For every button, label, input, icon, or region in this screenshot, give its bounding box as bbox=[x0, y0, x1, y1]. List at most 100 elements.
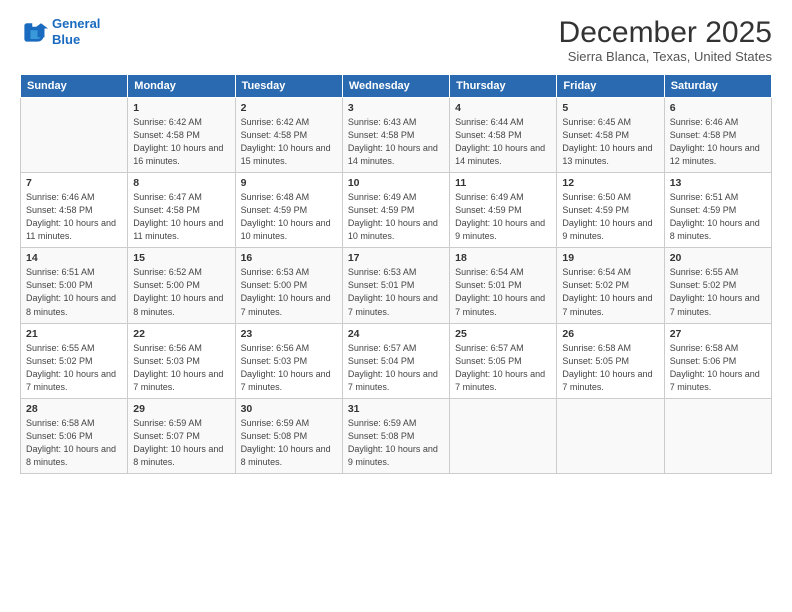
col-tuesday: Tuesday bbox=[235, 75, 342, 98]
day-cell: 22 Sunrise: 6:56 AMSunset: 5:03 PMDaylig… bbox=[128, 323, 235, 398]
day-cell: 3 Sunrise: 6:43 AMSunset: 4:58 PMDayligh… bbox=[342, 98, 449, 173]
day-number: 7 bbox=[26, 177, 122, 189]
day-info: Sunrise: 6:50 AMSunset: 4:59 PMDaylight:… bbox=[562, 191, 658, 243]
day-number: 12 bbox=[562, 177, 658, 189]
day-cell: 5 Sunrise: 6:45 AMSunset: 4:58 PMDayligh… bbox=[557, 98, 664, 173]
day-info: Sunrise: 6:53 AMSunset: 5:00 PMDaylight:… bbox=[241, 266, 337, 318]
col-thursday: Thursday bbox=[450, 75, 557, 98]
week-row-5: 28 Sunrise: 6:58 AMSunset: 5:06 PMDaylig… bbox=[21, 398, 772, 473]
day-number: 10 bbox=[348, 177, 444, 189]
day-cell bbox=[557, 398, 664, 473]
day-cell bbox=[450, 398, 557, 473]
col-sunday: Sunday bbox=[21, 75, 128, 98]
day-info: Sunrise: 6:49 AMSunset: 4:59 PMDaylight:… bbox=[348, 191, 444, 243]
week-row-3: 14 Sunrise: 6:51 AMSunset: 5:00 PMDaylig… bbox=[21, 248, 772, 323]
day-info: Sunrise: 6:54 AMSunset: 5:02 PMDaylight:… bbox=[562, 266, 658, 318]
day-number: 17 bbox=[348, 252, 444, 264]
day-info: Sunrise: 6:43 AMSunset: 4:58 PMDaylight:… bbox=[348, 116, 444, 168]
day-info: Sunrise: 6:45 AMSunset: 4:58 PMDaylight:… bbox=[562, 116, 658, 168]
col-friday: Friday bbox=[557, 75, 664, 98]
day-number: 4 bbox=[455, 102, 551, 114]
logo-line1: General bbox=[52, 16, 100, 31]
day-number: 14 bbox=[26, 252, 122, 264]
week-row-4: 21 Sunrise: 6:55 AMSunset: 5:02 PMDaylig… bbox=[21, 323, 772, 398]
col-saturday: Saturday bbox=[664, 75, 771, 98]
col-wednesday: Wednesday bbox=[342, 75, 449, 98]
day-cell: 19 Sunrise: 6:54 AMSunset: 5:02 PMDaylig… bbox=[557, 248, 664, 323]
day-number: 2 bbox=[241, 102, 337, 114]
day-cell: 25 Sunrise: 6:57 AMSunset: 5:05 PMDaylig… bbox=[450, 323, 557, 398]
day-cell: 4 Sunrise: 6:44 AMSunset: 4:58 PMDayligh… bbox=[450, 98, 557, 173]
month-title: December 2025 bbox=[559, 16, 772, 49]
day-cell: 28 Sunrise: 6:58 AMSunset: 5:06 PMDaylig… bbox=[21, 398, 128, 473]
day-cell: 13 Sunrise: 6:51 AMSunset: 4:59 PMDaylig… bbox=[664, 173, 771, 248]
day-cell: 17 Sunrise: 6:53 AMSunset: 5:01 PMDaylig… bbox=[342, 248, 449, 323]
day-cell: 18 Sunrise: 6:54 AMSunset: 5:01 PMDaylig… bbox=[450, 248, 557, 323]
page: General Blue December 2025 Sierra Blanca… bbox=[0, 0, 792, 612]
day-cell: 7 Sunrise: 6:46 AMSunset: 4:58 PMDayligh… bbox=[21, 173, 128, 248]
day-number: 15 bbox=[133, 252, 229, 264]
day-number: 6 bbox=[670, 102, 766, 114]
day-number: 28 bbox=[26, 403, 122, 415]
col-monday: Monday bbox=[128, 75, 235, 98]
day-cell: 30 Sunrise: 6:59 AMSunset: 5:08 PMDaylig… bbox=[235, 398, 342, 473]
day-number: 29 bbox=[133, 403, 229, 415]
day-info: Sunrise: 6:51 AMSunset: 5:00 PMDaylight:… bbox=[26, 266, 122, 318]
day-number: 25 bbox=[455, 328, 551, 340]
day-info: Sunrise: 6:53 AMSunset: 5:01 PMDaylight:… bbox=[348, 266, 444, 318]
day-cell: 14 Sunrise: 6:51 AMSunset: 5:00 PMDaylig… bbox=[21, 248, 128, 323]
day-number: 20 bbox=[670, 252, 766, 264]
header: General Blue December 2025 Sierra Blanca… bbox=[20, 16, 772, 64]
day-number: 1 bbox=[133, 102, 229, 114]
week-row-1: 1 Sunrise: 6:42 AMSunset: 4:58 PMDayligh… bbox=[21, 98, 772, 173]
logo-icon bbox=[20, 18, 48, 46]
day-cell: 29 Sunrise: 6:59 AMSunset: 5:07 PMDaylig… bbox=[128, 398, 235, 473]
day-cell: 24 Sunrise: 6:57 AMSunset: 5:04 PMDaylig… bbox=[342, 323, 449, 398]
week-row-2: 7 Sunrise: 6:46 AMSunset: 4:58 PMDayligh… bbox=[21, 173, 772, 248]
day-number: 11 bbox=[455, 177, 551, 189]
day-info: Sunrise: 6:47 AMSunset: 4:58 PMDaylight:… bbox=[133, 191, 229, 243]
day-number: 16 bbox=[241, 252, 337, 264]
day-cell: 11 Sunrise: 6:49 AMSunset: 4:59 PMDaylig… bbox=[450, 173, 557, 248]
day-cell: 9 Sunrise: 6:48 AMSunset: 4:59 PMDayligh… bbox=[235, 173, 342, 248]
day-cell: 26 Sunrise: 6:58 AMSunset: 5:05 PMDaylig… bbox=[557, 323, 664, 398]
day-cell: 6 Sunrise: 6:46 AMSunset: 4:58 PMDayligh… bbox=[664, 98, 771, 173]
day-info: Sunrise: 6:56 AMSunset: 5:03 PMDaylight:… bbox=[133, 342, 229, 394]
logo-text: General Blue bbox=[52, 16, 100, 47]
day-cell: 12 Sunrise: 6:50 AMSunset: 4:59 PMDaylig… bbox=[557, 173, 664, 248]
day-number: 19 bbox=[562, 252, 658, 264]
day-cell: 2 Sunrise: 6:42 AMSunset: 4:58 PMDayligh… bbox=[235, 98, 342, 173]
day-info: Sunrise: 6:56 AMSunset: 5:03 PMDaylight:… bbox=[241, 342, 337, 394]
day-cell bbox=[21, 98, 128, 173]
day-info: Sunrise: 6:55 AMSunset: 5:02 PMDaylight:… bbox=[26, 342, 122, 394]
day-info: Sunrise: 6:52 AMSunset: 5:00 PMDaylight:… bbox=[133, 266, 229, 318]
day-number: 21 bbox=[26, 328, 122, 340]
day-info: Sunrise: 6:46 AMSunset: 4:58 PMDaylight:… bbox=[670, 116, 766, 168]
day-info: Sunrise: 6:57 AMSunset: 5:05 PMDaylight:… bbox=[455, 342, 551, 394]
day-cell: 16 Sunrise: 6:53 AMSunset: 5:00 PMDaylig… bbox=[235, 248, 342, 323]
day-info: Sunrise: 6:49 AMSunset: 4:59 PMDaylight:… bbox=[455, 191, 551, 243]
day-cell: 21 Sunrise: 6:55 AMSunset: 5:02 PMDaylig… bbox=[21, 323, 128, 398]
day-number: 3 bbox=[348, 102, 444, 114]
day-info: Sunrise: 6:48 AMSunset: 4:59 PMDaylight:… bbox=[241, 191, 337, 243]
day-number: 26 bbox=[562, 328, 658, 340]
day-number: 23 bbox=[241, 328, 337, 340]
day-number: 22 bbox=[133, 328, 229, 340]
day-number: 13 bbox=[670, 177, 766, 189]
day-number: 31 bbox=[348, 403, 444, 415]
day-info: Sunrise: 6:42 AMSunset: 4:58 PMDaylight:… bbox=[133, 116, 229, 168]
calendar-table: Sunday Monday Tuesday Wednesday Thursday… bbox=[20, 74, 772, 474]
day-cell: 27 Sunrise: 6:58 AMSunset: 5:06 PMDaylig… bbox=[664, 323, 771, 398]
day-number: 9 bbox=[241, 177, 337, 189]
day-cell: 15 Sunrise: 6:52 AMSunset: 5:00 PMDaylig… bbox=[128, 248, 235, 323]
day-number: 24 bbox=[348, 328, 444, 340]
day-info: Sunrise: 6:58 AMSunset: 5:05 PMDaylight:… bbox=[562, 342, 658, 394]
day-info: Sunrise: 6:58 AMSunset: 5:06 PMDaylight:… bbox=[670, 342, 766, 394]
day-info: Sunrise: 6:59 AMSunset: 5:08 PMDaylight:… bbox=[241, 417, 337, 469]
logo: General Blue bbox=[20, 16, 100, 47]
day-number: 27 bbox=[670, 328, 766, 340]
day-number: 30 bbox=[241, 403, 337, 415]
day-info: Sunrise: 6:57 AMSunset: 5:04 PMDaylight:… bbox=[348, 342, 444, 394]
day-info: Sunrise: 6:42 AMSunset: 4:58 PMDaylight:… bbox=[241, 116, 337, 168]
day-cell: 10 Sunrise: 6:49 AMSunset: 4:59 PMDaylig… bbox=[342, 173, 449, 248]
